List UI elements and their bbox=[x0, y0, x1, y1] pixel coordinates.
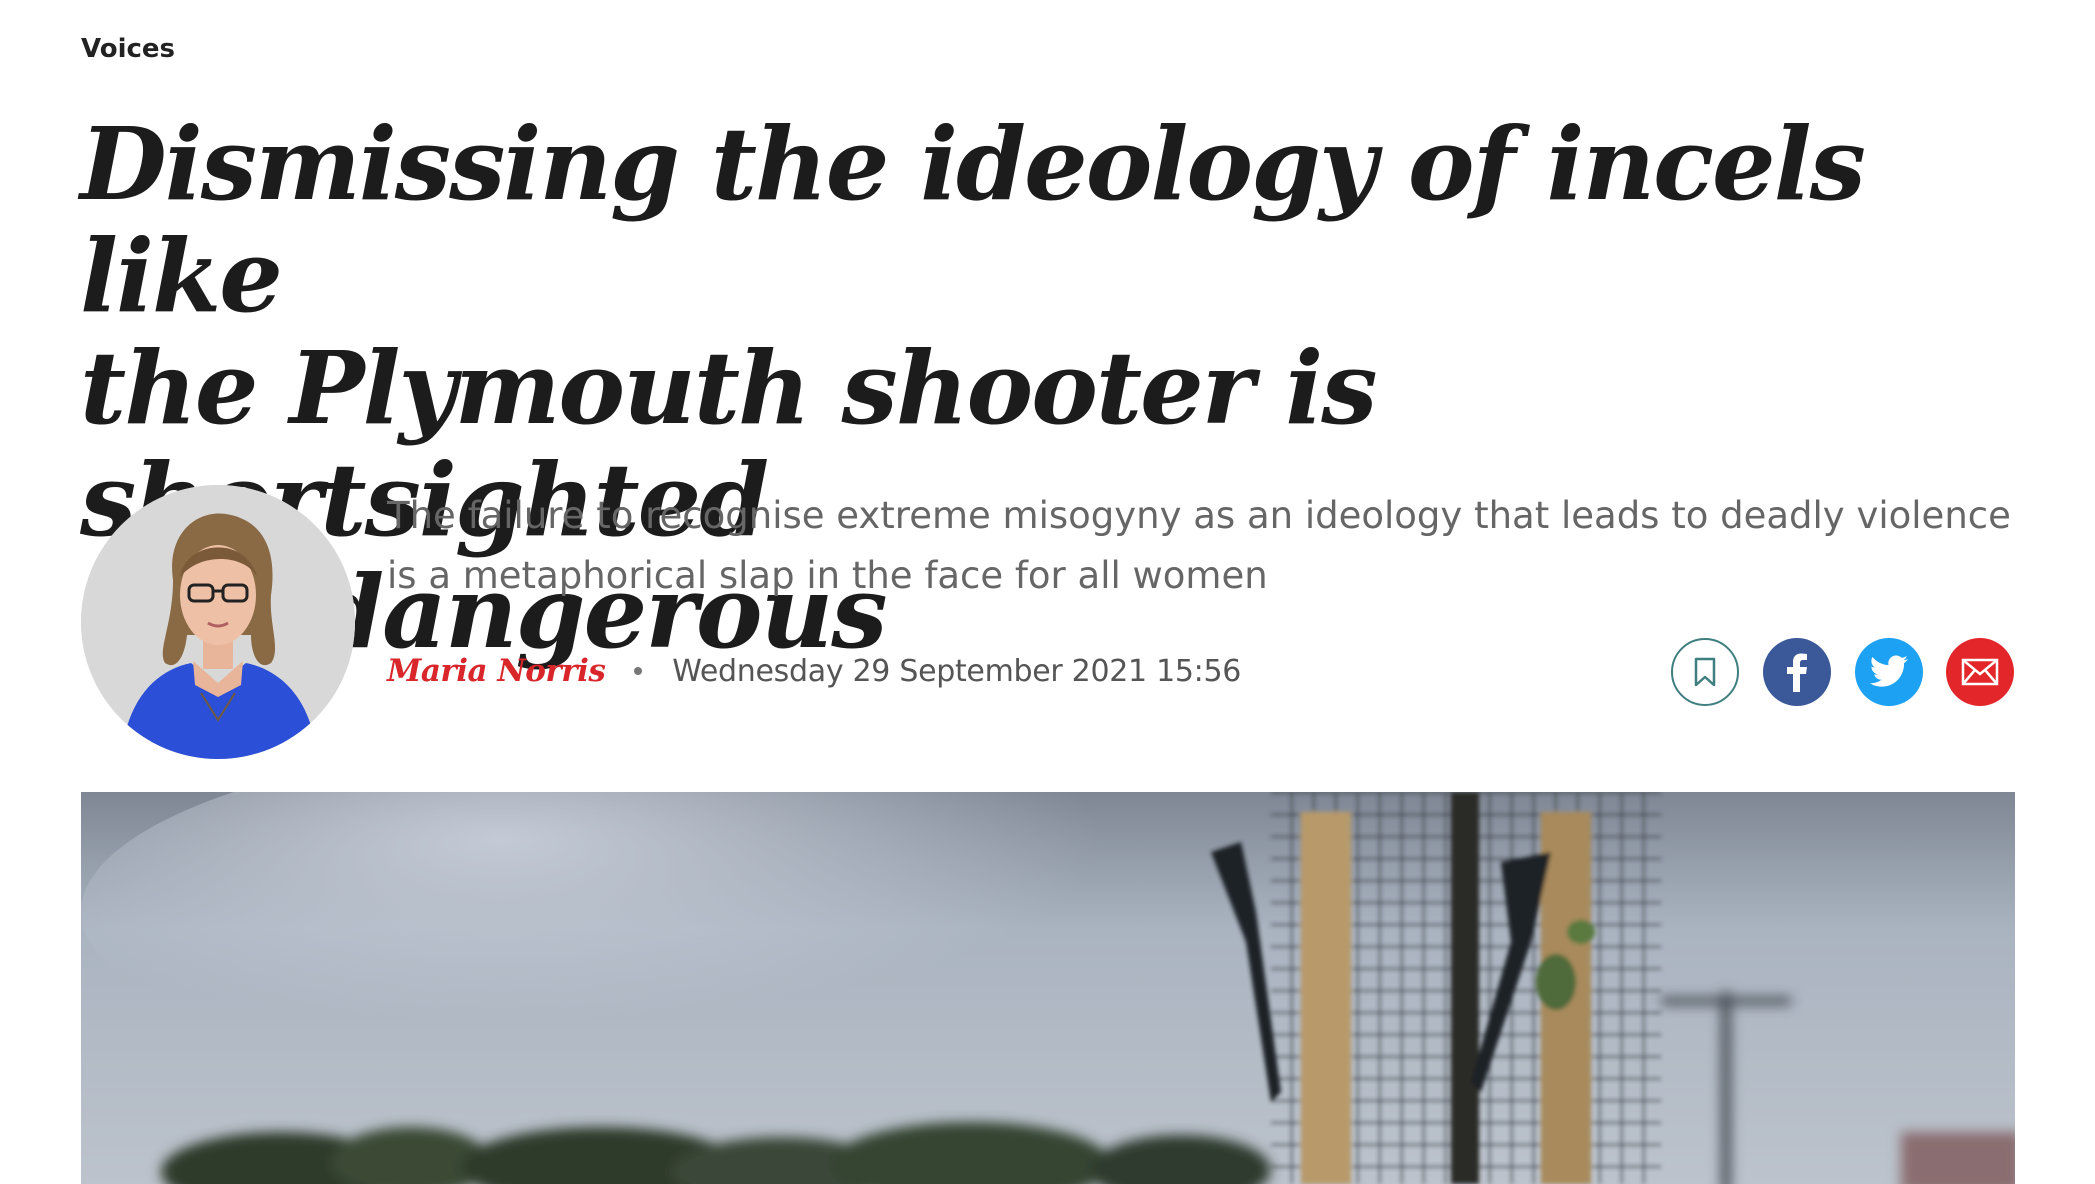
facebook-share-button[interactable] bbox=[1763, 638, 1831, 706]
article-standfirst: The failure to recognise extreme misogyn… bbox=[387, 494, 2011, 597]
author-link[interactable]: Maria Norris bbox=[387, 653, 606, 689]
author-avatar[interactable] bbox=[81, 485, 355, 759]
byline-separator bbox=[634, 667, 643, 675]
hero-image bbox=[81, 792, 2015, 1184]
bookmark-button[interactable] bbox=[1671, 638, 1739, 706]
twitter-share-button[interactable] bbox=[1855, 638, 1923, 706]
facebook-icon bbox=[1787, 653, 1807, 692]
headline-line: Dismissing the ideology of incels like bbox=[80, 105, 1866, 335]
byline: Maria Norris Wednesday 29 September 2021… bbox=[387, 648, 1241, 694]
section-label-voices[interactable]: Voices bbox=[81, 34, 175, 64]
email-icon bbox=[1961, 658, 1999, 686]
email-share-button[interactable] bbox=[1946, 638, 2014, 706]
publish-date: Wednesday 29 September 2021 15:56 bbox=[672, 653, 1242, 689]
twitter-icon bbox=[1869, 655, 1908, 687]
bookmark-icon bbox=[1694, 657, 1716, 687]
